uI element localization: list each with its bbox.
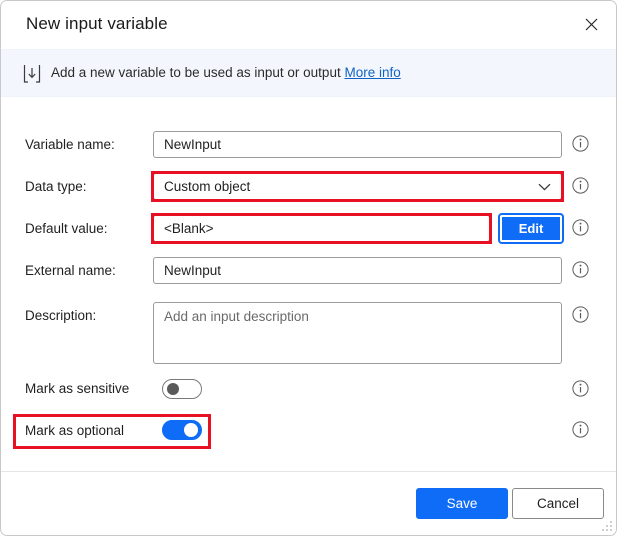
label-default-value: Default value: [25,221,108,236]
variable-name-value: NewInput [164,136,222,152]
toggle-knob [184,423,198,437]
description-textarea[interactable]: Add an input description [153,302,562,364]
dialog-title: New input variable [26,14,168,33]
info-icon-default-value[interactable] [572,219,589,236]
info-icon-mark-as-sensitive[interactable] [572,380,589,397]
info-icon-external-name[interactable] [572,261,589,278]
banner-description: Add a new variable to be used as input o… [51,65,341,80]
close-button[interactable] [574,8,608,40]
default-value-value: <Blank> [164,220,214,236]
dialog-titlebar: New input variable [1,1,616,49]
resize-grip-icon[interactable] [601,520,613,532]
default-value-input[interactable]: <Blank> [153,215,490,242]
label-mark-as-sensitive: Mark as sensitive [25,381,130,396]
description-placeholder: Add an input description [164,309,309,324]
save-button[interactable]: Save [416,488,508,519]
info-banner: Add a new variable to be used as input o… [1,49,616,97]
banner-text-wrap: Add a new variable to be used as input o… [51,65,401,80]
info-icon-description[interactable] [572,306,589,323]
external-name-input[interactable]: NewInput [153,257,562,284]
label-data-type: Data type: [25,179,87,194]
info-icon-variable-name[interactable] [572,135,589,152]
close-icon [585,18,597,30]
external-name-value: NewInput [164,262,222,278]
data-type-select[interactable]: Custom object [153,173,562,200]
info-icon-mark-as-optional[interactable] [572,421,589,438]
label-description: Description: [25,308,97,323]
new-input-variable-dialog: New input variable Add a new variable to… [0,0,617,536]
label-mark-as-optional: Mark as optional [25,423,125,438]
data-type-value: Custom object [164,178,251,194]
input-variable-icon [23,65,41,83]
chevron-down-icon [538,183,551,191]
footer-divider [1,471,616,472]
toggle-mark-as-sensitive[interactable] [162,379,202,399]
variable-name-input[interactable]: NewInput [153,131,562,158]
info-icon-data-type[interactable] [572,177,589,194]
cancel-button[interactable]: Cancel [512,488,604,519]
label-external-name: External name: [25,263,116,278]
label-variable-name: Variable name: [25,137,115,152]
toggle-knob [167,383,179,395]
more-info-link[interactable]: More info [344,65,400,80]
edit-default-value-button[interactable]: Edit [498,213,564,244]
toggle-mark-as-optional[interactable] [162,420,202,440]
